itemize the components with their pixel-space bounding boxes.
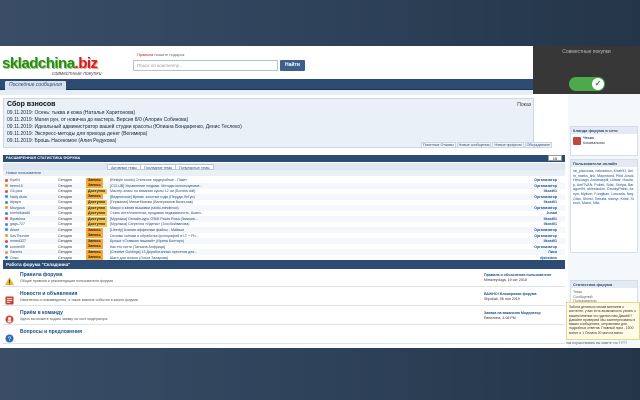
forum-node-row[interactable]: Новости и объявления Изменения и нововвед… [3,289,565,306]
forum-node-title[interactable]: Приём в команду [20,310,63,316]
forum-last-post[interactable]: Правила и объяснения пользователя Mirtave… [484,273,564,282]
user-status-icon [5,222,8,226]
action-discussed[interactable]: Обсуждаемое [524,142,553,148]
board-line[interactable]: 09.11.2019: Магия рун, от новичка до мас… [7,117,188,123]
online-users-list[interactable]: ral_plaxonas, nekrashov, Kirah91, Anim_m… [571,167,637,208]
forum-last-post[interactable]: Заявка на вакансию Модератор Евеллина, 4:… [484,311,564,320]
board-line[interactable]: 09.11.2019: Брошь Насекомое (Алия Редуко… [7,138,116,144]
search-button[interactable]: Найти [280,60,305,71]
promo-popup[interactable]: Забота делиться своим мнением о контенте… [566,302,640,340]
staff-user-role: Комхвальник [583,140,605,145]
forum-node-desc: Здесь вы можете подать заявку на пост мо… [20,317,108,321]
stats-columns: Новые пользователи [3,170,565,176]
forum-node-title[interactable]: Правила форума [20,272,62,278]
user-status-icon [5,195,8,199]
rules-link[interactable]: Правила [137,52,153,57]
col-new-users: Новые пользователи [6,171,41,175]
action-new-posts[interactable]: Новые сообщения [456,142,492,148]
joint-purchase-toggle[interactable]: ✓ [569,77,605,91]
forum-node-row[interactable]: Приём в команду Здесь вы можете подать за… [3,308,565,325]
panel-title: Совместные покупки [562,49,611,55]
quick-actions: Почетные Отзывы Новые сообщения Новые проф… [420,142,553,148]
logo-tagline: совместные покупки [52,71,102,77]
joint-purchase-panel: Совместные покупки ✓ [533,46,640,94]
forum-node-desc: Общие правила и рекомендации пользовател… [20,279,113,283]
popup-note[interactable]: Как поучаствовать вы знаете что ТУТ? [566,341,627,345]
search-input[interactable]: Поиск по контенту... [133,60,278,71]
question-icon: ? [5,330,14,343]
stats-tabs: Активные темы Последние темы Популярные … [3,163,565,170]
board-title: Сбор взносов [7,101,56,108]
gift-link[interactable]: пишите подарок [154,52,184,57]
collection-board: Сбор взносов Показ 09.11.2019: Осень: ты… [3,98,534,148]
forum-section-header: Работа форума "Складчина" [3,260,565,269]
online-users-title: Пользователи онлайн [571,160,637,167]
user-status-icon [5,184,8,188]
user-status-icon [5,256,8,260]
forum-node-row[interactable]: Правила форума Общие правила и рекомендац… [3,270,565,287]
action-reviews[interactable]: Почетные Отзывы [421,142,456,148]
board-line[interactable]: 09.11.2019: Идеальный администратор ваше… [7,124,242,130]
forum-node-row[interactable]: ? Вопросы и предложения [3,327,565,344]
user-status-icon [5,189,8,193]
header-links: Правила пишите подарок [137,52,184,57]
user-status-icon [5,234,8,237]
user-status-icon [5,245,8,249]
user-status-icon [5,206,8,210]
forum-last-post[interactable]: ВАЖНО! Блокировки форума Shpoliak, 06 ноя… [484,292,564,301]
online-users-box: Пользователи онлайн ral_plaxonas, nekras… [570,159,638,253]
team-icon [5,311,14,324]
svg-text:?: ? [8,336,12,343]
user-status-icon [5,217,8,221]
forum-node-desc: Изменения и нововведения, а также важные… [20,298,138,302]
nav-bar: Последние сообщения [0,79,533,90]
warning-icon [5,273,14,286]
forum-node-title[interactable]: Вопросы и предложения [20,329,82,335]
user-status-icon [5,211,8,215]
board-line[interactable]: 09.11.2019: Осень: тыква и кожа (Наталья… [7,110,135,116]
forum-stats-title: Статистика форума [571,281,637,288]
board-more-link[interactable]: Показ [517,102,531,108]
check-icon: ✓ [592,78,604,90]
sub-nav-bar [0,90,533,95]
staff-online-box: Кланда форума в сети Чеоки Комхвальник [570,126,638,156]
forum-last-post[interactable] [484,330,564,335]
action-new-profiles[interactable]: Новые профили [492,142,524,148]
user-status-icon [5,250,8,254]
site-logo[interactable]: skladchina.biz [2,55,98,72]
news-icon [5,292,14,305]
user-status-icon [5,239,8,243]
avatar[interactable] [573,136,581,145]
board-line[interactable]: 09.11.2019: Экспресс-методы для прихода … [7,131,147,137]
tab-latest-posts[interactable]: Последние сообщения [5,81,67,90]
forum-node-title[interactable]: Новости и объявления [20,291,77,297]
stats-header: РАСШИРЕННАЯ СТАТИСТИКА ФОРУМА [3,155,565,162]
user-status-icon [5,200,8,204]
staff-online-title: Кланда форума в сети [571,127,637,134]
user-status-icon [5,228,8,232]
user-status-icon [5,178,8,182]
stats-count-select[interactable]: 15 [548,155,562,161]
